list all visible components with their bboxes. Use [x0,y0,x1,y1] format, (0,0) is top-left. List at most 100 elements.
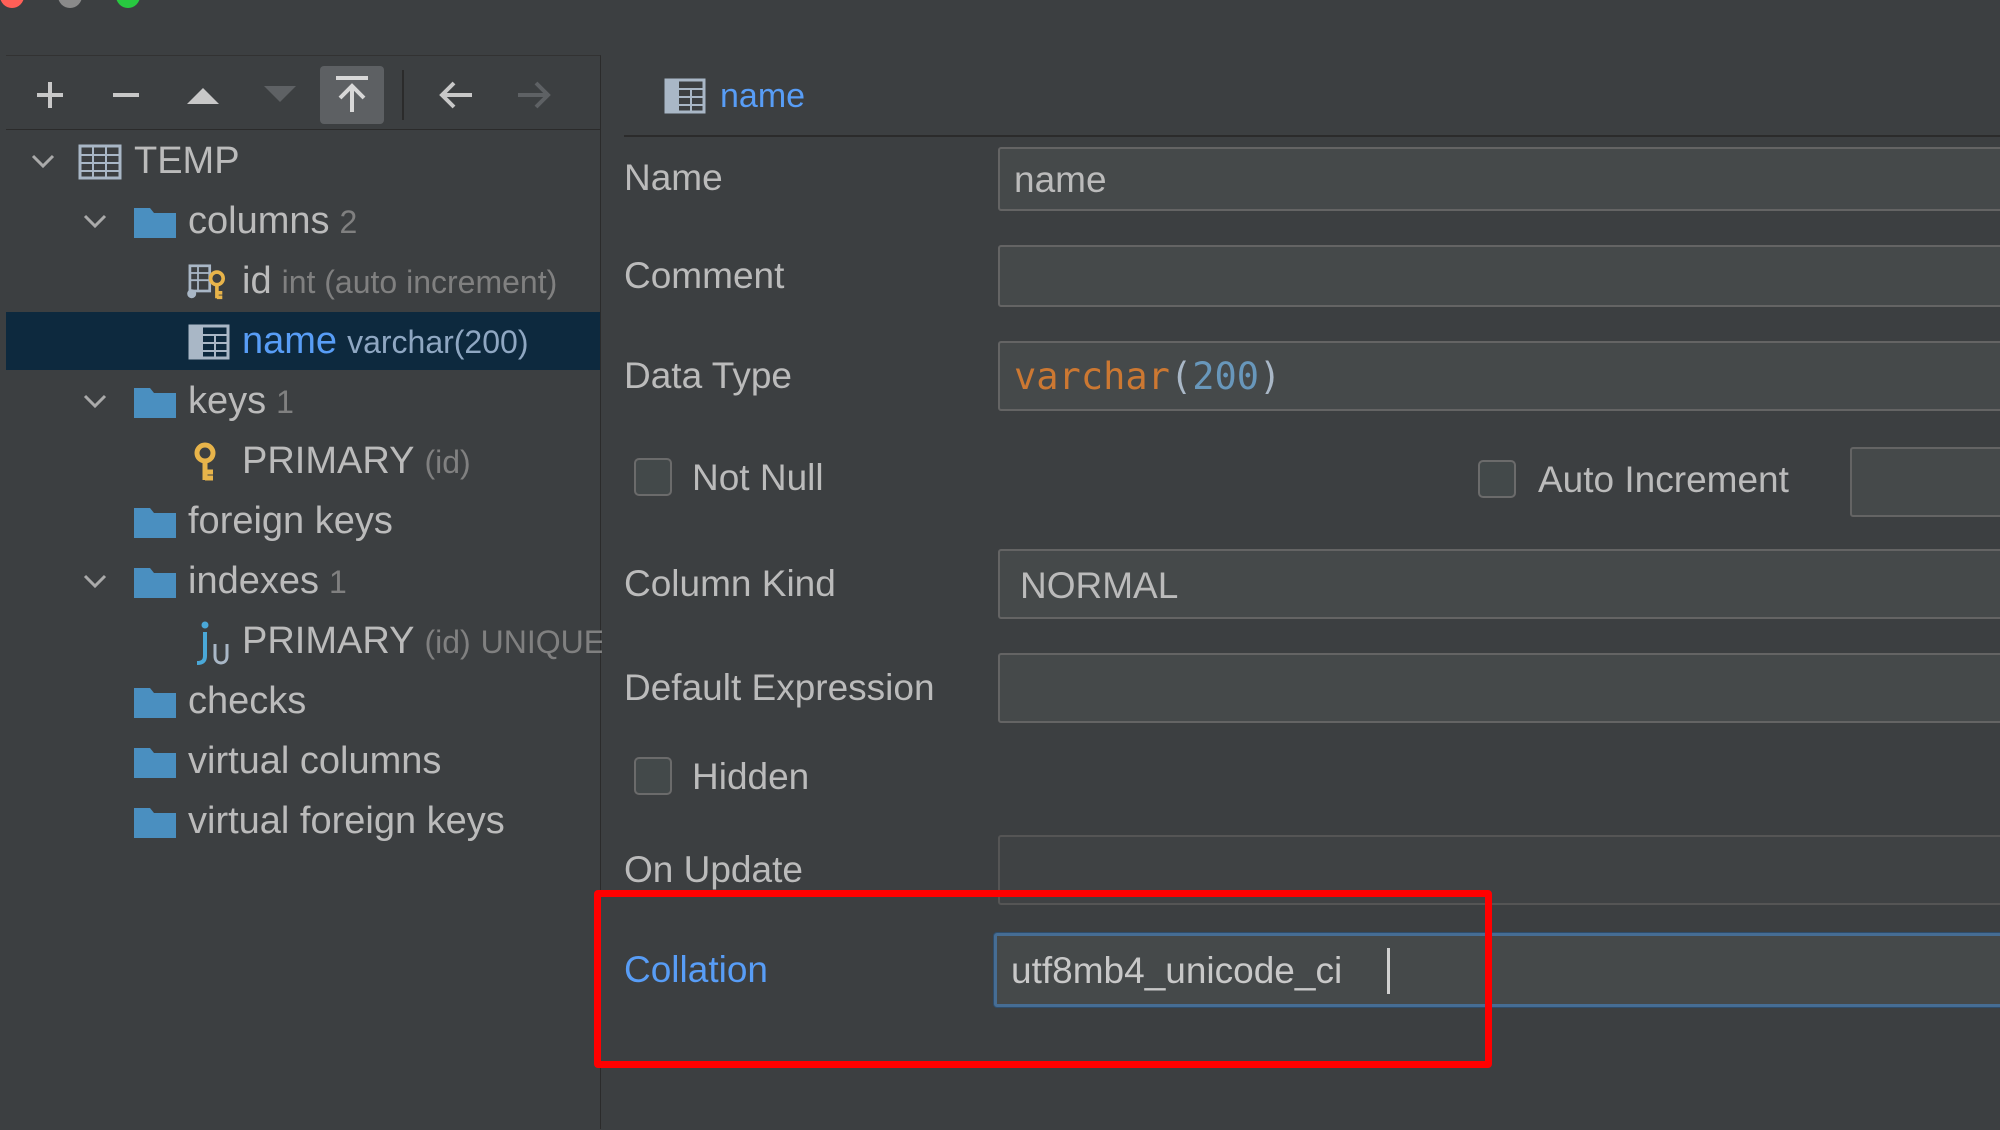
folder-icon [134,748,176,778]
move-down-icon [264,86,296,102]
tree-item-virtual-columns[interactable]: virtual columns [6,732,600,790]
data-type-keyword: varchar [1014,355,1170,398]
tree-item-column-id[interactable]: id int (auto increment) [6,252,600,310]
not-null-checkbox[interactable] [634,458,672,496]
pin-icon [336,76,368,112]
chevron-down-icon[interactable] [28,146,58,176]
pin-button[interactable] [320,66,384,124]
tree-label: columns [188,200,330,242]
back-button[interactable] [424,66,488,124]
auto-increment-value-field[interactable] [1850,447,2000,517]
tree-label: PRIMARY [242,620,415,662]
window-maximize-button[interactable] [116,0,140,8]
back-icon [439,81,472,109]
tree-label: keys [188,380,267,422]
tree-item-virtual-foreign-keys[interactable]: virtual foreign keys [6,792,600,850]
tree-item-indexes[interactable]: indexes 1 [6,552,600,610]
tree-count: 1 [276,384,294,420]
data-type-field[interactable]: varchar(200) [998,341,2000,411]
tree-label: checks [188,680,307,722]
tree-detail: int (auto increment) [281,264,558,300]
tree-label-wrap: columns 2 [188,200,357,243]
auto-increment-checkbox[interactable] [1478,460,1516,498]
tree-label: indexes [188,560,319,602]
remove-icon [113,93,139,97]
tree-item-index-primary[interactable]: PRIMARY (id) UNIQUE [6,612,605,670]
tree-label-wrap: name varchar(200) [242,320,528,363]
tree-label: foreign keys [188,500,393,542]
folder-icon [134,688,176,718]
window-minimize-button[interactable] [58,0,82,8]
tree-item-key-primary[interactable]: PRIMARY (id) [6,432,600,490]
tree-item-foreign-keys[interactable]: foreign keys [6,492,600,550]
default-expression-label: Default Expression [624,667,935,708]
structure-tree: TEMP columns 2 id int (auto increment) nam… [6,130,605,1130]
tree-label-wrap: indexes 1 [188,560,347,603]
tree-label: PRIMARY [242,440,415,482]
column-kind-select[interactable]: NORMAL [998,549,2000,619]
move-up-icon [187,88,219,104]
column-icon [188,324,230,360]
move-down-button[interactable] [248,66,312,124]
tree-detail: (id) [424,624,471,660]
on-update-label: On Update [624,849,803,890]
window-close-button[interactable] [0,0,24,8]
data-type-label: Data Type [624,355,792,396]
name-field[interactable]: name [998,147,2000,211]
tree-label: TEMP [134,140,240,182]
forward-button[interactable] [502,66,566,124]
tree-label: id [242,260,272,302]
tree-detail: varchar(200) [347,324,529,360]
hidden-checkbox[interactable] [634,757,672,795]
tree-label-wrap: PRIMARY (id) [242,440,471,483]
name-label: Name [624,157,723,198]
column-kind-value: NORMAL [1020,565,1179,606]
tree-item-columns[interactable]: columns 2 [6,192,600,250]
highlight-annotation-box [594,890,1492,1068]
tree-label-wrap: PRIMARY (id) UNIQUE [242,620,605,663]
name-field-value: name [1014,159,1107,200]
tree-label: virtual columns [188,740,442,782]
tree-item-checks[interactable]: checks [6,672,600,730]
tree-detail: (id) [424,444,471,480]
tree-extra: UNIQUE [480,624,606,660]
editor-breadcrumb[interactable]: name [720,77,805,116]
chevron-down-icon[interactable] [80,566,110,596]
tree-label-wrap: keys 1 [188,380,294,423]
tree-label: name [242,320,338,362]
move-up-button[interactable] [171,66,235,124]
chevron-down-icon[interactable] [80,206,110,236]
hidden-label: Hidden [692,756,810,797]
tree-item-column-name[interactable]: name varchar(200) [6,312,600,370]
structure-toolbar [6,56,600,130]
folder-icon [134,208,176,238]
folder-icon [134,568,176,598]
comment-field[interactable] [998,245,2000,307]
column-kind-label: Column Kind [624,563,836,604]
key-icon [194,442,216,481]
add-button[interactable] [18,66,82,124]
table-icon [78,144,122,180]
folder-icon [134,388,176,418]
data-type-size: 200 [1192,355,1260,398]
tree-label-wrap: id int (auto increment) [242,260,557,303]
toolbar-separator [402,70,404,120]
forward-icon [518,81,551,109]
auto-increment-label: Auto Increment [1538,459,1789,500]
tree-item-keys[interactable]: keys 1 [6,372,600,430]
add-icon [37,82,63,108]
folder-icon [134,808,176,838]
tree-count: 2 [339,204,358,240]
tree-item-table[interactable]: TEMP [6,132,600,190]
remove-button[interactable] [94,66,158,124]
chevron-down-icon[interactable] [80,386,110,416]
data-type-open-paren: ( [1169,355,1193,398]
data-type-close-paren: ) [1259,355,1282,398]
comment-label: Comment [624,255,785,296]
column-icon [664,78,706,114]
default-expression-field[interactable] [998,653,2000,723]
tree-count: 1 [328,564,347,600]
tree-label: virtual foreign keys [188,800,505,842]
primary-key-column-icon [187,264,225,300]
folder-icon [134,508,176,538]
